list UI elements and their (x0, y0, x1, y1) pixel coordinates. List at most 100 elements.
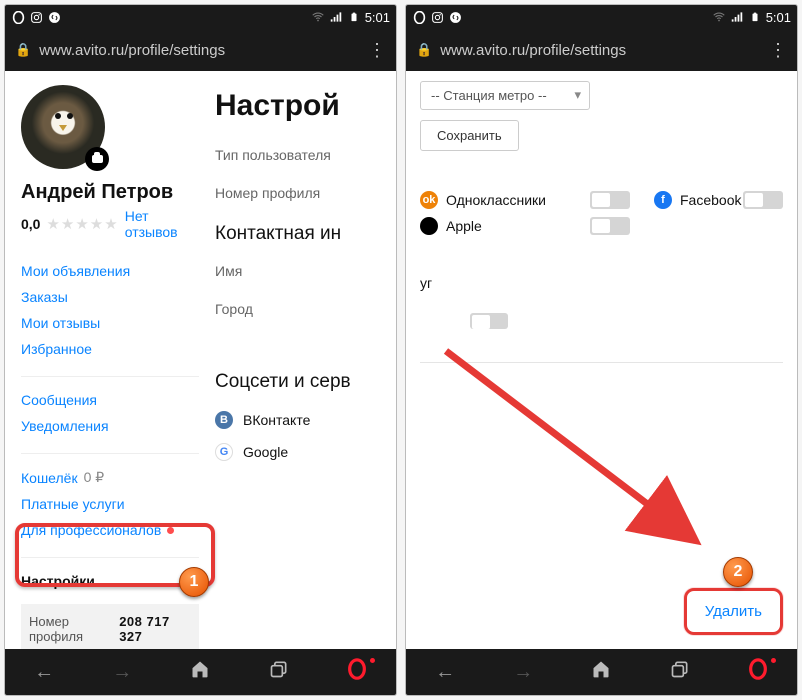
metro-select[interactable]: -- Станция метро -- (420, 81, 590, 110)
apple-icon (420, 217, 438, 235)
social-ok-label: Одноклассники (446, 192, 546, 208)
delete-button[interactable]: Удалить (691, 597, 776, 626)
signal-icon (329, 10, 343, 24)
url-bar[interactable]: 🔒 www.avito.ru/profile/settings ⋮ (406, 29, 797, 71)
label-profile-num: Номер профиля (215, 185, 396, 201)
lock-icon: 🔒 (416, 42, 432, 58)
rating-stars: ★★★★★ (46, 215, 118, 233)
kebab-menu-icon[interactable]: ⋮ (368, 40, 386, 61)
google-icon: G (215, 443, 233, 461)
phone-right: 5:01 🔒 www.avito.ru/profile/settings ⋮ -… (405, 4, 798, 696)
red-dot-icon (167, 527, 174, 534)
rating-value: 0,0 (21, 216, 40, 232)
toggle-ok[interactable] (590, 191, 630, 209)
forward-icon: → (102, 661, 142, 684)
label-city: Город (215, 301, 396, 317)
kebab-menu-icon[interactable]: ⋮ (769, 40, 787, 61)
forward-icon: → (503, 661, 543, 684)
nav-reviews[interactable]: Мои отзывы (21, 310, 199, 336)
signal-icon (730, 10, 744, 24)
annotation-highlight-2: Удалить (684, 588, 783, 635)
wifi-icon (712, 10, 726, 24)
nav-favorites[interactable]: Избранное (21, 336, 199, 362)
url-text: www.avito.ru/profile/settings (440, 42, 761, 59)
battery-icon (347, 10, 361, 24)
tabs-icon[interactable] (660, 659, 700, 685)
nav-group-listings: Мои объявления Заказы Мои отзывы Избранн… (21, 258, 199, 362)
nav-wallet-amount: 0 ₽ (84, 469, 105, 486)
lock-icon: 🔒 (15, 42, 31, 58)
notification-dot-icon (370, 658, 375, 663)
instagram-icon (430, 10, 444, 24)
social-connections: ok Одноклассники f Facebook A (420, 191, 783, 235)
nav-group-comm: Сообщения Уведомления (21, 376, 199, 439)
avatar-wrap[interactable] (21, 85, 105, 169)
opera-icon (11, 10, 25, 24)
opera-menu-icon[interactable] (337, 658, 377, 686)
nav-notifications[interactable]: Уведомления (21, 413, 199, 439)
status-bar: 5:01 (406, 5, 797, 29)
page-content: -- Станция метро -- Сохранить ok Однокла… (406, 71, 797, 649)
facebook-icon: f (654, 191, 672, 209)
nav-settings[interactable]: Настройки (21, 568, 199, 594)
shazam-icon (47, 10, 61, 24)
back-icon[interactable]: ← (425, 661, 465, 684)
section-contact-info: Контактная ин (215, 223, 396, 245)
toggle-service[interactable] (470, 313, 508, 329)
camera-icon[interactable] (85, 147, 109, 171)
social-apple-row: Apple (420, 217, 590, 235)
shazam-icon (448, 10, 462, 24)
profile-number-label: Номер профиля (29, 614, 119, 644)
rating-row: 0,0 ★★★★★ Нет отзывов (21, 208, 199, 240)
social-vk-label: ВКонтакте (243, 412, 310, 428)
social-google-row: G Google (215, 443, 396, 461)
nav-wallet-label: Кошелёк (21, 470, 78, 486)
nav-paid[interactable]: Платные услуги (21, 491, 199, 517)
social-vk-row: B ВКонтакте (215, 411, 396, 429)
instagram-icon (29, 10, 43, 24)
url-bar[interactable]: 🔒 www.avito.ru/profile/settings ⋮ (5, 29, 396, 71)
save-button[interactable]: Сохранить (420, 120, 519, 151)
clock: 5:01 (365, 10, 390, 25)
phone-left: 5:01 🔒 www.avito.ru/profile/settings ⋮ А… (4, 4, 397, 696)
page-title: Настрой (215, 89, 396, 123)
toggle-apple[interactable] (590, 217, 630, 235)
browser-bottom-bar: ← → (406, 649, 797, 695)
annotation-badge-2: 2 (723, 557, 753, 587)
social-apple-label: Apple (446, 218, 482, 234)
notification-dot-icon (771, 658, 776, 663)
section-social: Соцсети и серв (215, 371, 396, 393)
tabs-icon[interactable] (259, 659, 299, 685)
settings-main: Настрой Тип пользователя Номер профиля К… (215, 71, 396, 649)
ok-icon: ok (420, 191, 438, 209)
user-name: Андрей Петров (21, 181, 199, 204)
wifi-icon (311, 10, 325, 24)
social-fb-label: Facebook (680, 192, 741, 208)
label-name: Имя (215, 263, 396, 279)
nav-messages[interactable]: Сообщения (21, 387, 199, 413)
truncated-label: уг (420, 275, 783, 291)
profile-number-box: Номер профиля 208 717 327 (21, 604, 199, 649)
nav-group-money: Кошелёк 0 ₽ Платные услуги Для профессио… (21, 453, 199, 543)
nav-wallet[interactable]: Кошелёк 0 ₽ (21, 464, 199, 491)
url-text: www.avito.ru/profile/settings (39, 42, 360, 59)
battery-icon (748, 10, 762, 24)
social-fb-row: f Facebook (654, 191, 741, 209)
nav-pro[interactable]: Для профессионалов (21, 517, 199, 543)
page-content: Андрей Петров 0,0 ★★★★★ Нет отзывов Мои … (5, 71, 396, 649)
nav-orders[interactable]: Заказы (21, 284, 199, 310)
profile-number-value: 208 717 327 (119, 614, 191, 644)
social-google-label: Google (243, 444, 288, 460)
no-reviews-link[interactable]: Нет отзывов (125, 208, 199, 240)
nav-my-ads[interactable]: Мои объявления (21, 258, 199, 284)
opera-menu-icon[interactable] (738, 658, 778, 686)
home-icon[interactable] (180, 659, 220, 685)
settings-scroll-area: -- Станция метро -- Сохранить ok Однокла… (406, 71, 797, 649)
vk-icon: B (215, 411, 233, 429)
toggle-fb[interactable] (743, 191, 783, 209)
back-icon[interactable]: ← (24, 661, 64, 684)
social-ok-row: ok Одноклассники (420, 191, 590, 209)
home-icon[interactable] (581, 659, 621, 685)
divider (420, 362, 783, 363)
annotation-arrow (406, 71, 797, 649)
